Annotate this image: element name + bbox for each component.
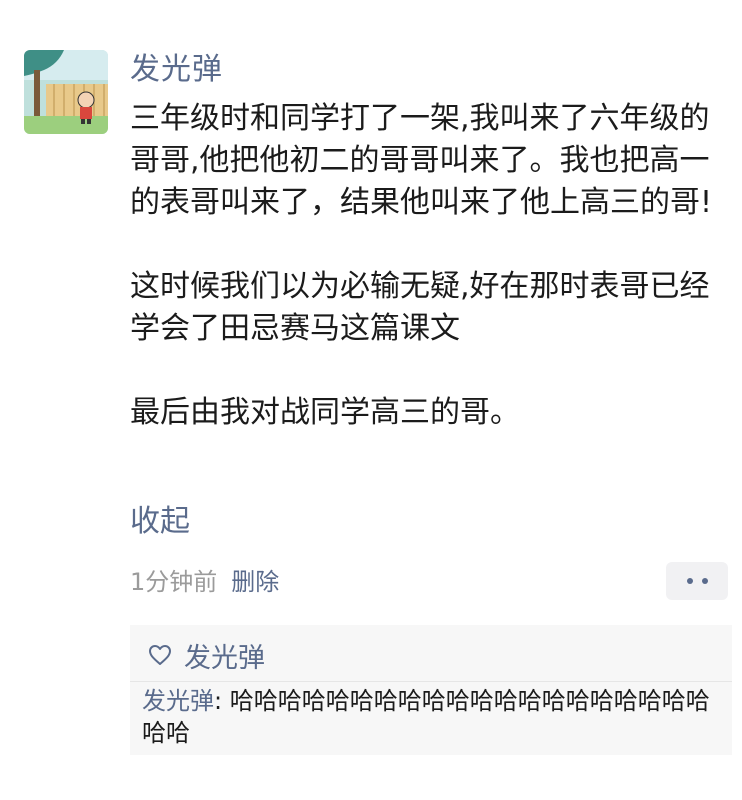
avatar-image [24, 50, 108, 134]
likes-row: 发光弹 [148, 633, 265, 677]
interaction-panel: 发光弹 发光弹: 哈哈哈哈哈哈哈哈哈哈哈哈哈哈哈哈哈哈哈哈哈哈 [130, 625, 732, 755]
liker-name[interactable]: 发光弹 [184, 636, 265, 675]
comment-item[interactable]: 发光弹: 哈哈哈哈哈哈哈哈哈哈哈哈哈哈哈哈哈哈哈哈哈哈 [142, 685, 726, 749]
post-author-name[interactable]: 发光弹 [130, 48, 223, 92]
delete-link[interactable]: 删除 [231, 568, 279, 596]
post-paragraph: 这时候我们以为必输无疑,好在那时表哥已经学会了田忌赛马这篇课文 [130, 269, 710, 346]
divider [130, 681, 732, 682]
post-paragraph: 最后由我对战同学高三的哥。 [130, 395, 520, 430]
post-meta: 1分钟前 删除 [130, 562, 279, 602]
post-paragraph: 三年级时和同学打了一架,我叫来了六年级的哥哥,他把他初二的哥哥叫来了。我也把高一… [130, 101, 713, 220]
collapse-link[interactable]: 收起 [130, 500, 190, 544]
post-content: 三年级时和同学打了一架,我叫来了六年级的哥哥,他把他初二的哥哥叫来了。我也把高一… [130, 98, 730, 434]
comment-separator: : [214, 687, 230, 715]
more-dots-icon[interactable] [666, 562, 728, 600]
comment-author[interactable]: 发光弹 [142, 687, 214, 715]
heart-outline-icon [149, 645, 171, 665]
avatar[interactable] [24, 50, 108, 134]
dot [701, 578, 708, 584]
post-timestamp: 1分钟前 [130, 568, 218, 596]
dot [686, 578, 693, 584]
